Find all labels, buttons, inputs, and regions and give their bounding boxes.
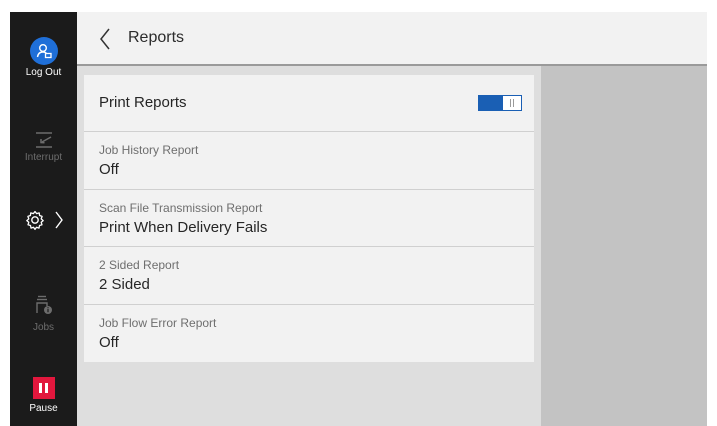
logout-button[interactable]: Log Out <box>10 37 77 78</box>
chevron-right-icon <box>55 210 63 235</box>
logout-label: Log Out <box>25 67 62 78</box>
main-panel: Print Reports Job History Report Off Sca… <box>77 66 541 426</box>
device-screen: Log Out Interrupt Jobs Pause Reports Pri… <box>10 12 707 426</box>
left-rail: Log Out Interrupt Jobs Pause <box>10 12 77 426</box>
setting-name: Job Flow Error Report <box>99 315 217 330</box>
jobs-button[interactable]: Jobs <box>10 294 77 333</box>
setting-value: Print When Delivery Fails <box>99 218 268 236</box>
header-bar: Reports <box>77 12 707 66</box>
page-title: Reports <box>128 29 185 46</box>
jobs-label: Jobs <box>32 322 55 333</box>
interrupt-button[interactable]: Interrupt <box>10 130 77 163</box>
pause-icon <box>32 377 55 399</box>
job-flow-error-report-row[interactable]: Job Flow Error Report Off <box>84 304 534 362</box>
interrupt-icon <box>10 130 77 150</box>
reports-list: Print Reports Job History Report Off Sca… <box>84 75 534 362</box>
right-panel <box>541 66 707 426</box>
back-button[interactable] <box>95 26 115 52</box>
job-history-report-row[interactable]: Job History Report Off <box>84 132 534 190</box>
chevron-left-icon <box>100 28 110 50</box>
setting-value: Off <box>99 161 119 178</box>
print-reports-toggle[interactable] <box>478 95 522 111</box>
interrupt-label: Interrupt <box>24 152 63 163</box>
setting-name: Scan File Transmission Report <box>99 200 263 215</box>
setting-name: 2 Sided Report <box>99 258 180 272</box>
setting-value: 2 Sided <box>99 276 150 293</box>
two-sided-report-row[interactable]: 2 Sided Report 2 Sided <box>84 247 534 305</box>
user-icon <box>29 37 58 65</box>
jobs-icon <box>10 294 77 316</box>
pause-label: Pause <box>29 403 58 414</box>
gear-icon <box>24 209 46 236</box>
print-reports-label: Print Reports <box>99 94 187 111</box>
setting-value: Off <box>99 333 119 351</box>
scan-file-transmission-report-row[interactable]: Scan File Transmission Report Print When… <box>84 189 534 247</box>
print-reports-row[interactable]: Print Reports <box>84 75 534 132</box>
device-settings-button[interactable] <box>10 209 77 236</box>
setting-name: Job History Report <box>99 143 199 157</box>
pause-button[interactable]: Pause <box>10 377 77 414</box>
